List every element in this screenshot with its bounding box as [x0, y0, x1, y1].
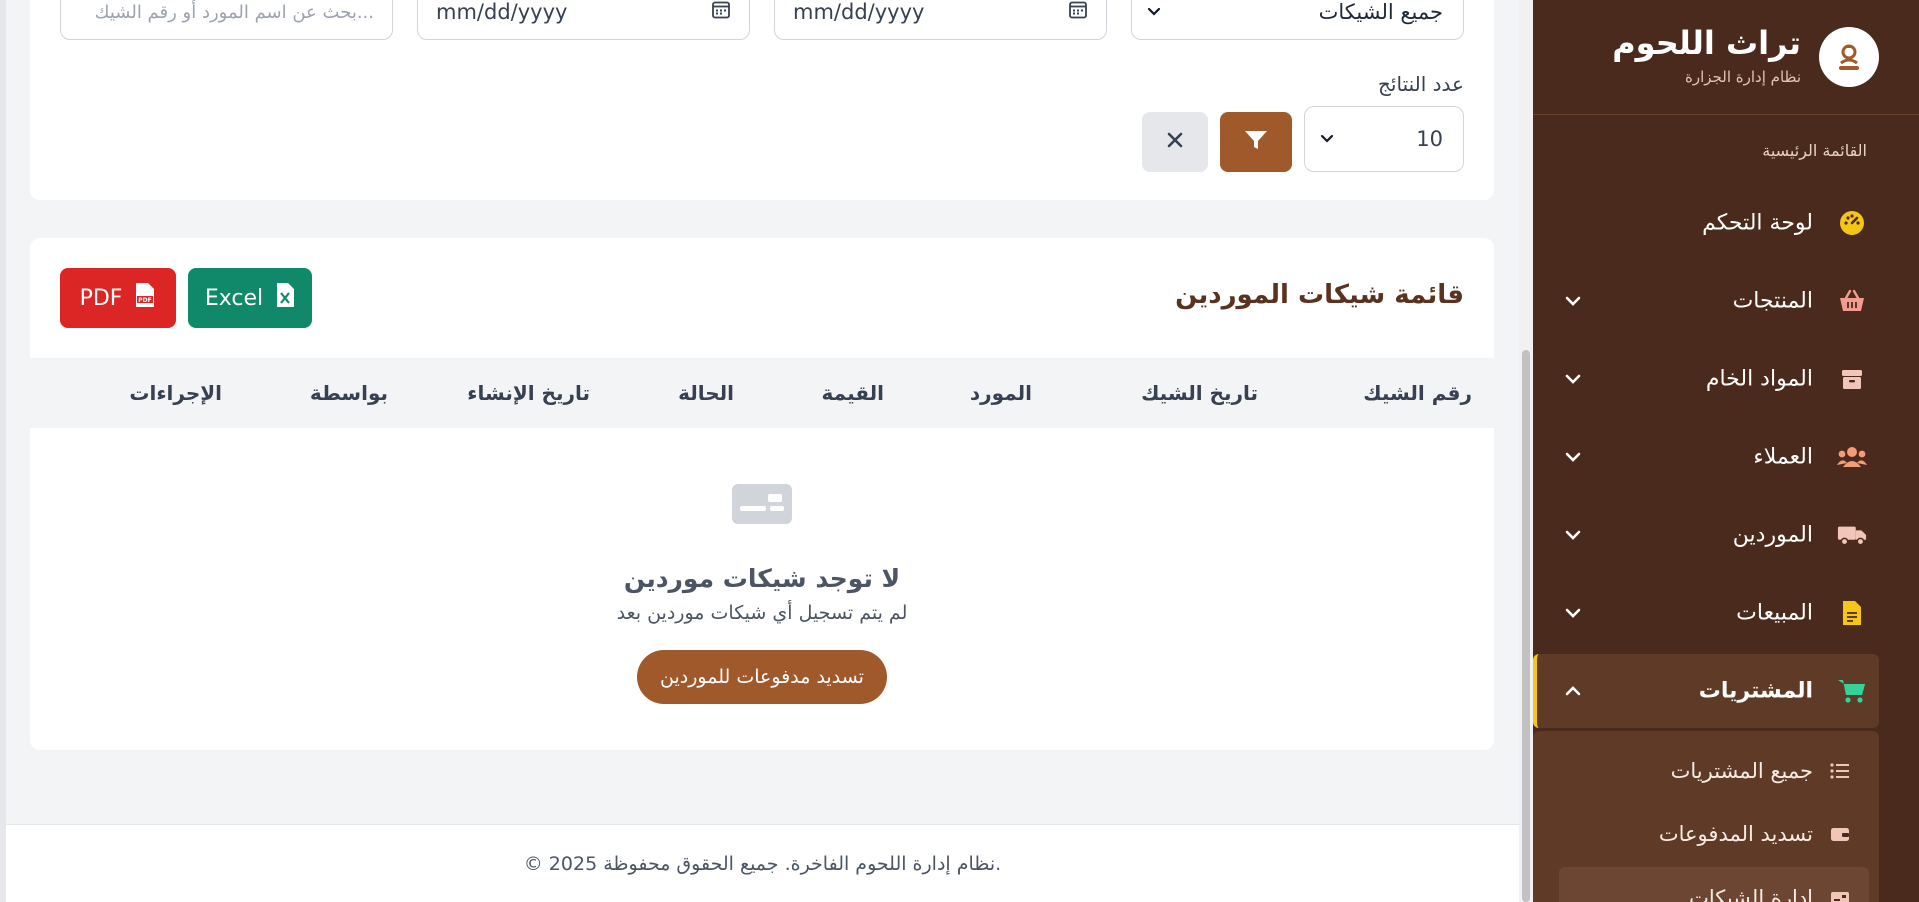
column-actions[interactable]: الإجراءات [129, 381, 222, 405]
date-from-value: mm/dd/yyyy [436, 0, 568, 24]
submenu-item-label: تسديد المدفوعات [1658, 822, 1813, 846]
submenu-item-checks[interactable]: إدارة الشيكات [1559, 867, 1869, 902]
column-supplier[interactable]: المورد [970, 381, 1032, 405]
invoice-icon [1837, 598, 1867, 628]
menu-heading: القائمة الرئيسية [1762, 141, 1867, 160]
chevron-down-icon[interactable] [1561, 523, 1585, 547]
sidebar-item-sales[interactable]: المبيعات [1533, 576, 1919, 650]
chevron-down-icon [1319, 127, 1335, 151]
column-created-by[interactable]: بواسطة [310, 381, 388, 405]
sidebar-item-raw-materials[interactable]: المواد الخام [1533, 342, 1919, 416]
excel-file-icon [275, 282, 295, 314]
table-header: رقم الشيك تاريخ الشيك المورد القيمة الحا… [30, 358, 1494, 428]
date-to-value: mm/dd/yyyy [793, 0, 925, 24]
chevron-down-icon[interactable] [1561, 445, 1585, 469]
column-created-at[interactable]: تاريخ الإنشاء [467, 381, 590, 405]
column-amount[interactable]: القيمة [822, 381, 884, 405]
sidebar-item-products[interactable]: المنتجات [1533, 264, 1919, 338]
pdf-label: PDF [79, 285, 123, 311]
results-count-value: 10 [1416, 127, 1443, 151]
pdf-file-icon: PDF [134, 282, 156, 314]
column-check-date[interactable]: تاريخ الشيك [1141, 381, 1258, 405]
sidebar: تراث اللحوم نظام إدارة الجزارة القائمة ا… [1519, 0, 1919, 902]
date-to-field[interactable]: mm/dd/yyyy [774, 0, 1107, 40]
search-input[interactable]: بحث عن اسم المورد أو رقم الشيك... [60, 0, 393, 40]
list-icon [1829, 760, 1851, 782]
purchases-submenu: جميع المشتريات تسديد المدفوعات إدارة الش… [1533, 731, 1879, 902]
sidebar-item-dashboard[interactable]: لوحة التحكم [1533, 186, 1919, 260]
sidebar-item-label: المنتجات [1732, 288, 1813, 314]
chevron-down-icon [1146, 0, 1162, 24]
check-icon [1829, 887, 1851, 902]
sidebar-scrollbar[interactable] [1519, 0, 1533, 902]
box-icon [1837, 364, 1867, 394]
butcher-icon[interactable] [1819, 27, 1879, 87]
sidebar-item-label: المشتريات [1698, 678, 1813, 704]
calendar-icon[interactable] [1068, 0, 1088, 25]
sidebar-item-label: لوحة التحكم [1702, 210, 1813, 236]
calendar-icon[interactable] [711, 0, 731, 25]
excel-label: Excel [204, 285, 264, 311]
cart-icon [1837, 676, 1867, 706]
checks-list-card: قائمة شيكات الموردين Excel PDF PDF رقم ا… [30, 238, 1494, 750]
sidebar-item-label: الموردين [1732, 522, 1813, 548]
footer-copyright: © 2025 نظام إدارة اللحوم الفاخرة. جميع ا… [523, 853, 1002, 875]
brand-title[interactable]: تراث اللحوم [1612, 24, 1801, 62]
sidebar-scrollbar-thumb[interactable] [1522, 350, 1530, 902]
column-status[interactable]: الحالة [678, 381, 734, 405]
close-icon [1165, 130, 1185, 154]
column-check-number[interactable]: رقم الشيك [1363, 381, 1472, 405]
svg-text:PDF: PDF [139, 297, 152, 304]
footer: © 2025 نظام إدارة اللحوم الفاخرة. جميع ا… [6, 824, 1519, 902]
page-edge [0, 0, 6, 902]
sidebar-item-label: المبيعات [1736, 600, 1813, 626]
submenu-item-payments[interactable]: تسديد المدفوعات [1533, 803, 1879, 865]
sidebar-item-customers[interactable]: العملاء [1533, 420, 1919, 494]
empty-state-icon [732, 484, 792, 524]
filter-card: بحث عن اسم المورد أو رقم الشيك... mm/dd/… [30, 0, 1494, 200]
brand-subtitle: نظام إدارة الجزارة [1685, 68, 1801, 86]
pay-suppliers-button[interactable]: تسديد مدفوعات للموردين [637, 650, 887, 704]
users-icon [1837, 442, 1867, 472]
sidebar-item-suppliers[interactable]: الموردين [1533, 498, 1919, 572]
dashboard-icon [1837, 208, 1867, 238]
sidebar-item-purchases[interactable]: المشتريات [1533, 654, 1879, 728]
status-select-value: جميع الشيكات [1318, 0, 1443, 24]
sidebar-item-label: العملاء [1753, 444, 1813, 470]
brand-header: تراث اللحوم نظام إدارة الجزارة [1533, 0, 1919, 115]
results-count-label: عدد النتائج [1378, 72, 1464, 96]
chevron-up-icon[interactable] [1561, 679, 1585, 703]
results-count-select[interactable]: 10 [1304, 106, 1464, 172]
truck-icon [1837, 520, 1867, 550]
empty-state-title: لا توجد شيكات موردين [623, 564, 901, 593]
search-placeholder: بحث عن اسم المورد أو رقم الشيك... [94, 1, 374, 23]
wallet-icon [1829, 823, 1851, 845]
empty-state-subtitle: لم يتم تسجيل أي شيكات موردين بعد [616, 602, 908, 624]
export-pdf-button[interactable]: PDF PDF [60, 268, 176, 328]
submenu-item-all-purchases[interactable]: جميع المشتريات [1533, 740, 1879, 802]
apply-filter-button[interactable] [1220, 112, 1292, 172]
filter-icon [1243, 128, 1269, 156]
submenu-item-label: إدارة الشيكات [1689, 886, 1813, 902]
status-select[interactable]: جميع الشيكات [1131, 0, 1464, 40]
chevron-down-icon[interactable] [1561, 601, 1585, 625]
chevron-down-icon[interactable] [1561, 289, 1585, 313]
clear-filter-button[interactable] [1142, 112, 1208, 172]
basket-icon [1837, 286, 1867, 316]
submenu-item-label: جميع المشتريات [1670, 759, 1813, 783]
main-content: بحث عن اسم المورد أو رقم الشيك... mm/dd/… [0, 0, 1519, 902]
date-from-field[interactable]: mm/dd/yyyy [417, 0, 750, 40]
export-excel-button[interactable]: Excel [188, 268, 312, 328]
sidebar-item-label: المواد الخام [1705, 366, 1813, 392]
page-title: قائمة شيكات الموردين [1175, 280, 1464, 310]
chevron-down-icon[interactable] [1561, 367, 1585, 391]
